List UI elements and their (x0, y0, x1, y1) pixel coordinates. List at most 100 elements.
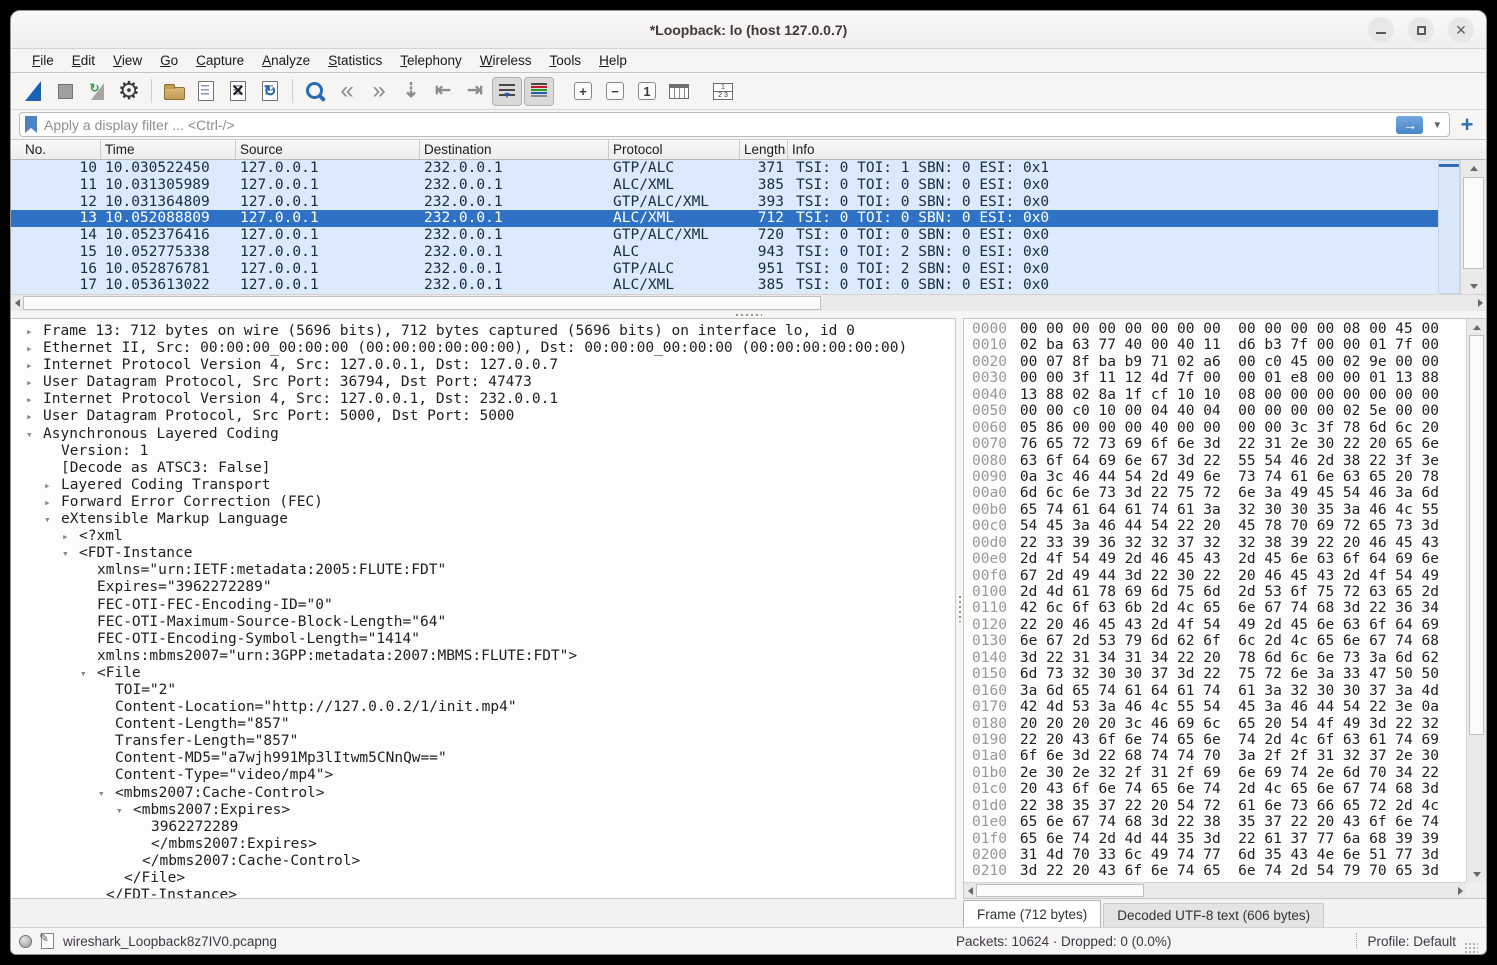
detail-row[interactable]: <File (11, 665, 955, 682)
detail-row[interactable]: Internet Protocol Version 4, Src: 127.0.… (11, 391, 955, 408)
go-to-packet-button[interactable] (396, 77, 426, 106)
expander-right-icon[interactable] (23, 340, 43, 357)
layout-123-button[interactable] (708, 77, 738, 106)
detail-row[interactable]: eXtensible Markup Language (11, 511, 955, 528)
scroll-up-icon[interactable] (1461, 160, 1486, 176)
packet-row-12[interactable]: 1210.031364809127.0.0.1232.0.0.1GTP/ALC/… (11, 194, 1438, 211)
expander-down-icon[interactable] (23, 426, 43, 443)
hex-row-00c0[interactable]: 00c054 45 3a 46 44 54 22 20 45 78 70 69 … (972, 518, 1466, 534)
detail-row[interactable]: Forward Error Correction (FEC) (11, 494, 955, 511)
packet-list-hscrollbar[interactable] (11, 294, 1486, 311)
detail-row[interactable]: TOI="2" (11, 682, 955, 699)
scroll-left-icon[interactable] (964, 883, 976, 898)
scroll-right-icon[interactable] (1474, 295, 1486, 311)
filter-text-field[interactable] (44, 117, 1389, 133)
go-forward-button[interactable] (364, 77, 394, 106)
hex-row-0200[interactable]: 020031 4d 70 33 6c 49 74 77 6d 35 43 4e … (972, 847, 1466, 863)
hex-row-00b0[interactable]: 00b065 74 61 64 61 74 61 3a 32 30 30 35 … (972, 502, 1466, 518)
filter-bookmark-icon[interactable] (25, 116, 37, 133)
hex-row-00f0[interactable]: 00f067 2d 49 44 3d 22 30 22 20 46 45 43 … (972, 568, 1466, 584)
detail-row[interactable]: <mbms2007:Cache-Control> (11, 785, 955, 802)
expander-down-icon[interactable] (77, 665, 97, 682)
hex-row-01a0[interactable]: 01a06f 6e 3d 22 68 74 74 70 3a 2f 2f 31 … (972, 748, 1466, 764)
zoom-in-button[interactable] (568, 77, 598, 106)
hex-row-0070[interactable]: 007076 65 72 73 69 6f 6e 3d 22 31 2e 30 … (972, 436, 1466, 452)
close-button[interactable] (1448, 17, 1474, 43)
intelligent-scrollbar-minimap[interactable] (1438, 160, 1460, 294)
hex-row-0140[interactable]: 01403d 22 31 34 31 34 22 20 78 6d 6c 6e … (972, 650, 1466, 666)
vscroll-thumb[interactable] (1469, 335, 1484, 735)
expander-right-icon[interactable] (23, 408, 43, 425)
detail-row[interactable]: xmlns="urn:IETF:metadata:2005:FLUTE:FDT" (11, 562, 955, 579)
column-header-destination[interactable]: Destination (420, 140, 609, 159)
detail-row[interactable]: FEC-OTI-FEC-Encoding-ID="0" (11, 597, 955, 614)
hex-row-0170[interactable]: 017042 4d 53 3a 46 4c 55 54 45 3a 46 44 … (972, 699, 1466, 715)
detail-row[interactable]: Internet Protocol Version 4, Src: 127.0.… (11, 357, 955, 374)
hex-row-0050[interactable]: 005000 00 c0 10 00 04 40 04 00 00 00 00 … (972, 403, 1466, 419)
menu-tools[interactable]: Tools (541, 51, 591, 70)
hex-row-0080[interactable]: 008063 6f 64 69 6e 67 3d 22 55 54 46 2d … (972, 453, 1466, 469)
packet-row-16[interactable]: 1610.052876781127.0.0.1232.0.0.1GTP/ALC9… (11, 261, 1438, 278)
hex-row-0130[interactable]: 01306e 67 2d 53 79 6d 62 6f 6c 2d 4c 65 … (972, 633, 1466, 649)
expander-right-icon[interactable] (23, 391, 43, 408)
zoom-out-button[interactable] (600, 77, 630, 106)
detail-row[interactable]: </FDT-Instance> (11, 887, 955, 899)
hex-hscrollbar[interactable] (964, 882, 1466, 898)
expert-info-icon[interactable] (19, 935, 32, 948)
detail-row[interactable]: </mbms2007:Cache-Control> (11, 853, 955, 870)
find-packet-button[interactable] (300, 77, 330, 106)
expander-down-icon[interactable] (113, 802, 133, 819)
menu-go[interactable]: Go (151, 51, 187, 70)
hex-row-01c0[interactable]: 01c020 43 6f 6e 74 65 6e 74 2d 4c 65 6e … (972, 781, 1466, 797)
detail-row[interactable]: </File> (11, 870, 955, 887)
menu-help[interactable]: Help (590, 51, 636, 70)
add-filter-button[interactable] (1456, 112, 1478, 138)
hex-row-0040[interactable]: 004013 88 02 8a 1f cf 10 10 08 00 00 00 … (972, 387, 1466, 403)
hex-row-01e0[interactable]: 01e065 6e 67 74 68 3d 22 38 35 37 22 20 … (972, 814, 1466, 830)
menu-statistics[interactable]: Statistics (319, 51, 391, 70)
scroll-up-icon[interactable] (1467, 319, 1486, 335)
open-file-button[interactable] (159, 77, 189, 106)
hex-row-0150[interactable]: 01506d 73 32 30 30 37 3d 22 75 72 6e 3a … (972, 666, 1466, 682)
detail-row[interactable]: <?xml (11, 528, 955, 545)
menu-view[interactable]: View (104, 51, 151, 70)
expander-right-icon[interactable] (23, 323, 43, 340)
profile-label[interactable]: Profile: Default (1367, 934, 1456, 949)
detail-row[interactable]: User Datagram Protocol, Src Port: 5000, … (11, 408, 955, 425)
detail-row[interactable]: Content-MD5="a7wjh991Mp3lItwm5CNnQw==" (11, 750, 955, 767)
hex-row-0190[interactable]: 019022 20 43 6f 6e 74 65 6e 74 2d 4c 6f … (972, 732, 1466, 748)
menu-wireless[interactable]: Wireless (471, 51, 541, 70)
detail-row[interactable]: FEC-OTI-Encoding-Symbol-Length="1414" (11, 631, 955, 648)
packet-list-vscrollbar[interactable] (1460, 160, 1486, 294)
menu-edit[interactable]: Edit (63, 51, 104, 70)
packet-row-15[interactable]: 1510.052775338127.0.0.1232.0.0.1ALC943TS… (11, 244, 1438, 261)
hex-row-0210[interactable]: 02103d 22 20 43 6f 6e 74 65 6e 74 2d 54 … (972, 863, 1466, 879)
hscroll-thumb[interactable] (23, 296, 821, 310)
hex-row-0060[interactable]: 006005 86 00 00 00 40 00 00 00 00 3c 3f … (972, 420, 1466, 436)
expander-down-icon[interactable] (41, 511, 61, 528)
hex-row-01f0[interactable]: 01f065 6e 74 2d 4d 44 35 3d 22 61 37 77 … (972, 831, 1466, 847)
vertical-splitter[interactable] (956, 318, 963, 899)
detail-row[interactable]: 3962272289 (11, 819, 955, 836)
expander-right-icon[interactable] (41, 494, 61, 511)
detail-row[interactable]: FEC-OTI-Maximum-Source-Block-Length="64" (11, 614, 955, 631)
go-last-button[interactable] (460, 77, 490, 106)
detail-row[interactable]: Version: 1 (11, 443, 955, 460)
hex-row-00a0[interactable]: 00a06d 6c 6e 73 3d 22 75 72 6e 3a 49 45 … (972, 485, 1466, 501)
minimize-button[interactable] (1368, 17, 1394, 43)
resize-columns-button[interactable] (664, 77, 694, 106)
display-filter-input[interactable] (19, 112, 1450, 137)
hex-row-0010[interactable]: 001002 ba 63 77 40 00 40 11 d6 b3 7f 00 … (972, 337, 1466, 353)
packet-row-10[interactable]: 1010.030522450127.0.0.1232.0.0.1GTP/ALC3… (11, 160, 1438, 177)
hex-row-00d0[interactable]: 00d022 33 39 36 32 32 37 32 32 38 39 22 … (972, 535, 1466, 551)
packet-row-14[interactable]: 1410.052376416127.0.0.1232.0.0.1GTP/ALC/… (11, 227, 1438, 244)
scroll-left-icon[interactable] (11, 295, 23, 311)
hex-row-0000[interactable]: 000000 00 00 00 00 00 00 00 00 00 00 00 … (972, 321, 1466, 337)
resize-grip[interactable] (1464, 942, 1478, 954)
filter-dropdown-caret-icon[interactable] (1434, 118, 1440, 131)
hex-row-0030[interactable]: 003000 00 3f 11 12 4d 7f 00 00 01 e8 00 … (972, 370, 1466, 386)
hex-row-0180[interactable]: 018020 20 20 20 3c 46 69 6c 65 20 54 4f … (972, 716, 1466, 732)
detail-row[interactable]: Content-Location="http://127.0.0.2/1/ini… (11, 699, 955, 716)
start-capture-button[interactable] (18, 77, 48, 106)
stop-capture-button[interactable] (50, 77, 80, 106)
